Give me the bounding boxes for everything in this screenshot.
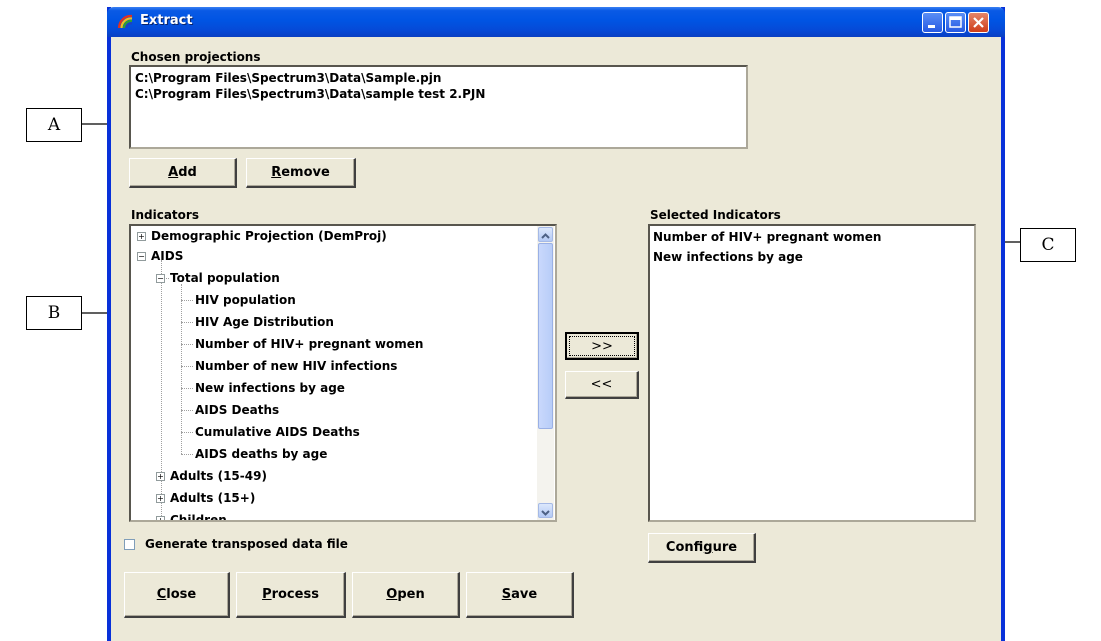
tree-item-demproj[interactable]: Demographic Projection (DemProj) <box>151 229 387 243</box>
add-indicator-button[interactable]: >> <box>565 332 639 360</box>
title-bar[interactable]: Extract <box>107 7 1005 37</box>
collapse-minus-icon[interactable]: − <box>137 252 146 261</box>
tree-item-leaf[interactable]: AIDS deaths by age <box>195 447 327 461</box>
tree-line <box>161 260 162 520</box>
expand-plus-icon[interactable]: + <box>156 472 165 481</box>
annotation-b-label: B <box>47 303 61 323</box>
save-button-label: ave <box>511 587 538 602</box>
annotation-c-label: C <box>1041 235 1055 255</box>
selected-indicator-item[interactable]: New infections by age <box>653 250 803 264</box>
remove-button[interactable]: Remove <box>246 158 356 188</box>
expand-plus-icon[interactable]: + <box>137 232 146 241</box>
tree-line <box>181 284 182 454</box>
transpose-checkbox-label[interactable]: Generate transposed data file <box>145 537 348 551</box>
scroll-down-button[interactable] <box>538 503 553 518</box>
configure-button-label-rest: ure <box>712 540 738 555</box>
chosen-projections-label: Chosen projections <box>131 50 261 64</box>
process-button-accesskey: P <box>262 587 272 602</box>
process-button-label: rocess <box>271 587 319 602</box>
tree-item-adults-15plus[interactable]: Adults (15+) <box>170 491 255 505</box>
scroll-up-button[interactable] <box>538 227 553 242</box>
save-button[interactable]: Save <box>466 572 574 618</box>
configure-button[interactable]: Confi g ure <box>648 533 756 563</box>
open-button-label: pen <box>397 587 425 602</box>
transpose-checkbox[interactable] <box>124 539 135 550</box>
tree-item-leaf[interactable]: Number of HIV+ pregnant women <box>195 337 423 351</box>
configure-button-accesskey: g <box>703 540 713 555</box>
tree-item-adults-15-49[interactable]: Adults (15-49) <box>170 469 267 483</box>
tree-item-children[interactable]: Children <box>170 513 227 520</box>
tree-item-leaf[interactable]: AIDS Deaths <box>195 403 279 417</box>
open-button-accesskey: O <box>386 587 398 602</box>
indicators-label: Indicators <box>131 208 199 222</box>
collapse-minus-icon[interactable]: − <box>156 274 165 283</box>
maximize-icon <box>949 16 962 28</box>
spectrum-rainbow-icon <box>117 14 133 29</box>
extract-window: Extract Chosen projections C:\Program Fi… <box>107 7 1005 641</box>
close-window-button[interactable] <box>968 12 989 33</box>
tree-item-aids[interactable]: AIDS <box>151 249 183 263</box>
scroll-thumb[interactable] <box>538 243 553 429</box>
indicators-scrollbar[interactable] <box>537 226 554 520</box>
tree-item-leaf[interactable]: HIV population <box>195 293 296 307</box>
tree-line <box>181 432 193 433</box>
close-button[interactable]: Close <box>124 572 230 618</box>
expand-plus-icon[interactable]: + <box>156 516 165 520</box>
minimize-button[interactable] <box>922 12 943 33</box>
window-title: Extract <box>140 13 193 28</box>
process-button[interactable]: Process <box>236 572 346 618</box>
save-button-accesskey: S <box>501 587 512 602</box>
remove-indicator-button[interactable]: << <box>565 371 639 399</box>
selected-indicator-item[interactable]: Number of HIV+ pregnant women <box>653 230 881 244</box>
annotation-a-box: A <box>26 108 82 142</box>
annotation-a-label: A <box>47 115 61 135</box>
tree-line <box>181 300 193 301</box>
close-button-accesskey: C <box>156 587 167 602</box>
annotation-c-box: C <box>1020 228 1076 262</box>
tree-item-leaf[interactable]: HIV Age Distribution <box>195 315 334 329</box>
tree-line <box>181 388 193 389</box>
tree-line <box>181 366 193 367</box>
chevron-down-icon <box>541 510 550 516</box>
tree-item-leaf[interactable]: Number of new HIV infections <box>195 359 397 373</box>
selected-indicators-list[interactable]: Number of HIV+ pregnant women New infect… <box>648 224 976 522</box>
remove-button-accesskey: R <box>271 165 282 180</box>
open-button[interactable]: Open <box>352 572 460 618</box>
tree-item-leaf[interactable]: New infections by age <box>195 381 345 395</box>
tree-item-leaf[interactable]: Cumulative AIDS Deaths <box>195 425 360 439</box>
tree-item-total-population[interactable]: Total population <box>170 271 280 285</box>
remove-button-label: emove <box>281 165 330 180</box>
selected-indicators-label: Selected Indicators <box>650 208 781 222</box>
add-button-label: dd <box>178 165 197 180</box>
annotation-b-box: B <box>26 296 82 330</box>
add-button-accesskey: A <box>168 165 179 180</box>
expand-plus-icon[interactable]: + <box>156 494 165 503</box>
tree-line <box>181 322 193 323</box>
configure-button-label-pre: Confi <box>665 540 704 555</box>
tree-line <box>181 410 193 411</box>
tree-line <box>181 344 193 345</box>
add-button[interactable]: Add <box>129 158 237 188</box>
tree-line <box>181 454 193 455</box>
maximize-button[interactable] <box>945 12 966 33</box>
projection-item[interactable]: C:\Program Files\Spectrum3\Data\sample t… <box>135 87 485 101</box>
chosen-projections-list[interactable]: C:\Program Files\Spectrum3\Data\Sample.p… <box>129 65 748 149</box>
chevron-up-icon <box>541 233 550 239</box>
minimize-icon <box>928 25 935 28</box>
indicators-tree[interactable]: + Demographic Projection (DemProj) − AID… <box>129 224 557 522</box>
projection-item[interactable]: C:\Program Files\Spectrum3\Data\Sample.p… <box>135 71 441 85</box>
close-button-label: lose <box>166 587 197 602</box>
close-icon <box>973 17 984 28</box>
